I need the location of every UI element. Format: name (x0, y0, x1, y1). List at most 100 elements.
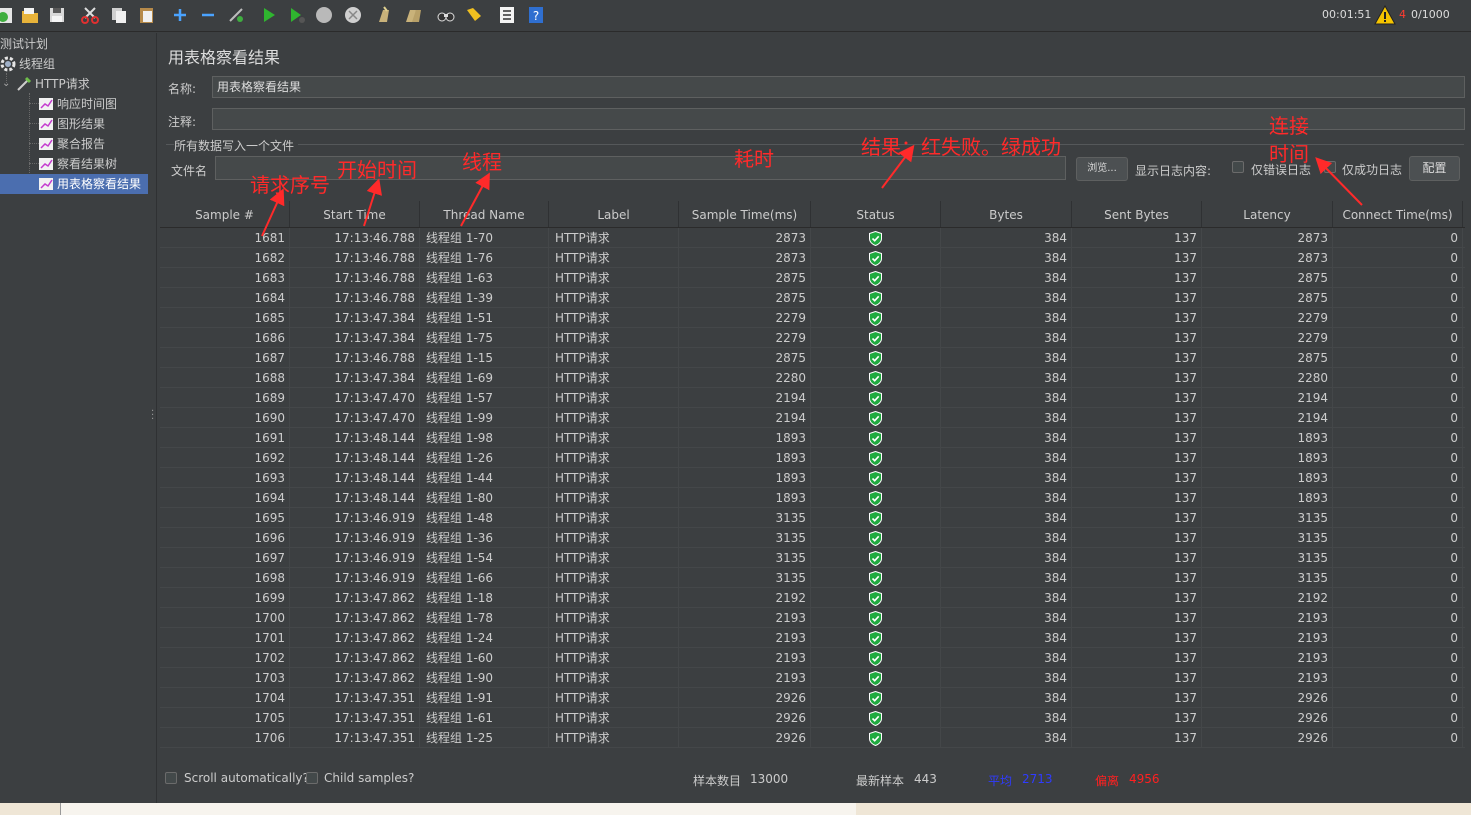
column-header-sample-no[interactable]: Sample # (160, 201, 290, 227)
help-icon[interactable]: ? (525, 4, 547, 26)
cell-start-time: 17:13:46.788 (290, 288, 420, 308)
cell-label: HTTP请求 (549, 248, 679, 268)
status-cell (811, 408, 941, 428)
cell-thread-name: 线程组 1-99 (420, 408, 549, 428)
table-row[interactable]: 1696 17:13:46.919 线程组 1-36 HTTP请求 3135 384 137… (160, 528, 1465, 548)
table-row[interactable]: 1694 17:13:48.144 线程组 1-80 HTTP请求 1893 384 137… (160, 488, 1465, 508)
expand-icon[interactable] (169, 4, 191, 26)
new-plan-icon[interactable] (0, 4, 18, 26)
cell-start-time: 17:13:46.788 (290, 248, 420, 268)
tree-item-thread-group[interactable]: 线程组 (0, 54, 55, 74)
scroll-auto-checkbox[interactable] (165, 772, 177, 784)
status-cell (811, 588, 941, 608)
search-icon[interactable] (435, 4, 457, 26)
cell-label: HTTP请求 (549, 488, 679, 508)
table-row[interactable]: 1689 17:13:47.470 线程组 1-57 HTTP请求 2194 384 137… (160, 388, 1465, 408)
browse-button[interactable]: 浏览... (1076, 157, 1128, 181)
name-field[interactable]: 用表格察看结果 (212, 76, 1465, 98)
child-samples-checkbox[interactable] (306, 772, 318, 784)
cell-bytes: 384 (941, 308, 1072, 328)
configure-button[interactable]: 配置 (1409, 156, 1460, 181)
start-no-pause-icon[interactable] (286, 4, 308, 26)
error-count: 4 (1399, 8, 1406, 21)
success-only-checkbox[interactable] (1324, 161, 1336, 173)
tree-item-test-plan[interactable]: 测试计划 (0, 34, 48, 54)
table-row[interactable]: 1698 17:13:46.919 线程组 1-66 HTTP请求 3135 384 137… (160, 568, 1465, 588)
shutdown-icon[interactable] (342, 4, 364, 26)
cell-thread-name: 线程组 1-24 (420, 628, 549, 648)
table-row[interactable]: 1697 17:13:46.919 线程组 1-54 HTTP请求 3135 384 137… (160, 548, 1465, 568)
cell-connect-time: 0 (1333, 688, 1463, 708)
cell-label: HTTP请求 (549, 628, 679, 648)
graph-icon (39, 158, 53, 170)
cell-sent-bytes: 137 (1072, 368, 1202, 388)
column-header-bytes[interactable]: Bytes (941, 201, 1072, 227)
table-row[interactable]: 1687 17:13:46.788 线程组 1-15 HTTP请求 2875 384 137… (160, 348, 1465, 368)
tree-item-view-results-table[interactable]: 用表格察看结果 (0, 174, 148, 194)
table-row[interactable]: 1706 17:13:47.351 线程组 1-25 HTTP请求 2926 384 137… (160, 728, 1465, 748)
success-shield-icon (869, 450, 882, 467)
tree-item-http-request[interactable]: ⌄ HTTP请求 (2, 74, 90, 94)
table-row[interactable]: 1690 17:13:47.470 线程组 1-99 HTTP请求 2194 384 137… (160, 408, 1465, 428)
save-icon[interactable] (46, 4, 68, 26)
tree-item-response-time-graph[interactable]: 响应时间图 (38, 94, 117, 114)
table-row[interactable]: 1699 17:13:47.862 线程组 1-18 HTTP请求 2192 384 137… (160, 588, 1465, 608)
collapse-icon[interactable] (197, 4, 219, 26)
clear-all-icon[interactable] (402, 4, 424, 26)
open-icon[interactable] (19, 4, 41, 26)
cell-label: HTTP请求 (549, 568, 679, 588)
table-row[interactable]: 1701 17:13:47.862 线程组 1-24 HTTP请求 2193 384 137… (160, 628, 1465, 648)
cell-sample-no: 1704 (160, 688, 290, 708)
toggle-icon[interactable] (225, 4, 247, 26)
clear-icon[interactable] (374, 4, 396, 26)
splitter-grip[interactable]: · · · (151, 407, 154, 425)
table-row[interactable]: 1693 17:13:48.144 线程组 1-44 HTTP请求 1893 384 137… (160, 468, 1465, 488)
tree-item-view-results-tree[interactable]: 察看结果树 (38, 154, 117, 174)
errors-only-checkbox[interactable] (1232, 161, 1244, 173)
warning-icon[interactable] (1374, 4, 1396, 26)
table-row[interactable]: 1691 17:13:48.144 线程组 1-98 HTTP请求 1893 384 137… (160, 428, 1465, 448)
table-row[interactable]: 1695 17:13:46.919 线程组 1-48 HTTP请求 3135 384 137… (160, 508, 1465, 528)
start-icon[interactable] (258, 4, 280, 26)
tree-item-graph-results[interactable]: 图形结果 (38, 114, 105, 134)
table-row[interactable]: 1681 17:13:46.788 线程组 1-70 HTTP请求 2873 384 137… (160, 228, 1465, 248)
table-row[interactable]: 1685 17:13:47.384 线程组 1-51 HTTP请求 2279 384 137… (160, 308, 1465, 328)
cell-label: HTTP请求 (549, 548, 679, 568)
column-header-start-time[interactable]: Start Time (290, 201, 420, 227)
table-row[interactable]: 1700 17:13:47.862 线程组 1-78 HTTP请求 2193 384 137… (160, 608, 1465, 628)
cell-label: HTTP请求 (549, 368, 679, 388)
column-header-thread-name[interactable]: Thread Name (420, 201, 549, 227)
table-row[interactable]: 1702 17:13:47.862 线程组 1-60 HTTP请求 2193 384 137… (160, 648, 1465, 668)
table-row[interactable]: 1703 17:13:47.862 线程组 1-90 HTTP请求 2193 384 137… (160, 668, 1465, 688)
table-row[interactable]: 1684 17:13:46.788 线程组 1-39 HTTP请求 2875 384 137… (160, 288, 1465, 308)
table-row[interactable]: 1683 17:13:46.788 线程组 1-63 HTTP请求 2875 384 137… (160, 268, 1465, 288)
column-header-connect-time[interactable]: Connect Time(ms) (1333, 201, 1463, 227)
table-row[interactable]: 1682 17:13:46.788 线程组 1-76 HTTP请求 2873 384 137… (160, 248, 1465, 268)
cell-thread-name: 线程组 1-61 (420, 708, 549, 728)
cell-start-time: 17:13:47.384 (290, 328, 420, 348)
column-header-status[interactable]: Status (811, 201, 941, 227)
cell-label: HTTP请求 (549, 468, 679, 488)
column-header-sample-time[interactable]: Sample Time(ms) (679, 201, 811, 227)
table-row[interactable]: 1688 17:13:47.384 线程组 1-69 HTTP请求 2280 384 137… (160, 368, 1465, 388)
reset-search-icon[interactable] (463, 4, 485, 26)
column-header-label[interactable]: Label (549, 201, 679, 227)
table-row[interactable]: 1704 17:13:47.351 线程组 1-91 HTTP请求 2926 384 137… (160, 688, 1465, 708)
copy-icon[interactable] (108, 4, 130, 26)
stop-icon[interactable] (313, 4, 335, 26)
table-row[interactable]: 1686 17:13:47.384 线程组 1-75 HTTP请求 2279 384 137… (160, 328, 1465, 348)
tree-item-label: 察看结果树 (57, 157, 118, 171)
latest-sample-value: 443 (914, 772, 937, 786)
cell-label: HTTP请求 (549, 328, 679, 348)
cut-icon[interactable] (79, 4, 101, 26)
chevron-down-icon[interactable]: ⌄ (2, 74, 14, 94)
paste-icon[interactable] (136, 4, 158, 26)
table-row[interactable]: 1692 17:13:48.144 线程组 1-26 HTTP请求 1893 384 137… (160, 448, 1465, 468)
tree-item-aggregate-report[interactable]: 聚合报告 (38, 134, 105, 154)
cell-connect-time: 0 (1333, 368, 1463, 388)
column-header-latency[interactable]: Latency (1202, 201, 1333, 227)
column-header-sent-bytes[interactable]: Sent Bytes (1072, 201, 1202, 227)
function-helper-icon[interactable] (496, 4, 518, 26)
cell-latency: 1893 (1202, 428, 1333, 448)
table-row[interactable]: 1705 17:13:47.351 线程组 1-61 HTTP请求 2926 384 137… (160, 708, 1465, 728)
